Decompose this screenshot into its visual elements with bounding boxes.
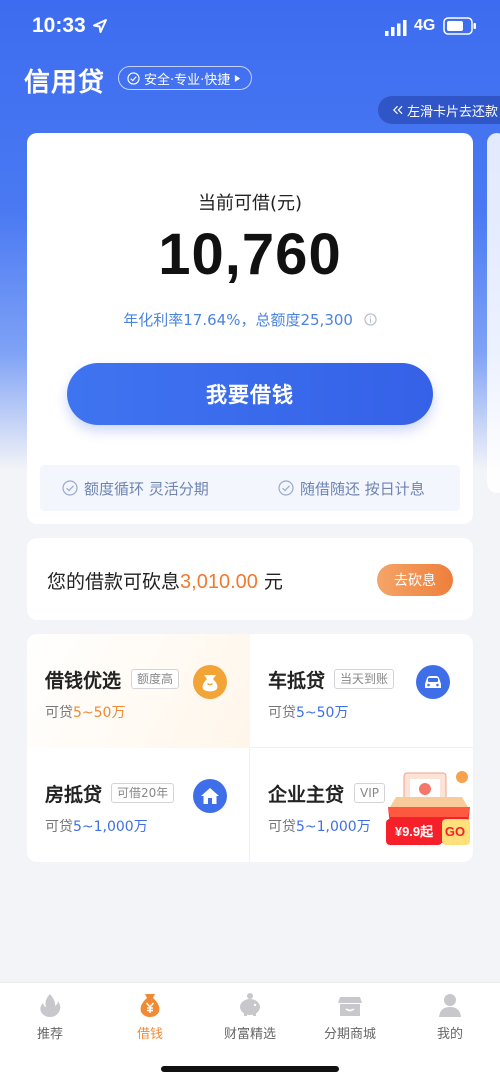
loan-card[interactable]: 当前可借(元) 10,760 年化利率17.64%，总额度25,300 我要借钱… xyxy=(27,133,473,524)
car-icon xyxy=(416,665,450,699)
swipe-hint-label: 左滑卡片去还款 xyxy=(407,104,499,120)
swipe-hint[interactable]: 左滑卡片去还款 xyxy=(378,96,500,124)
status-time: 10:33 xyxy=(32,14,86,37)
page-title: 信用贷 xyxy=(24,68,106,98)
nav-item-recommend[interactable]: 推荐 xyxy=(0,991,100,1042)
nav-label: 财富精选 xyxy=(223,1027,276,1042)
bargain-text: 您的借款可砍息3,010.00 元 xyxy=(47,567,283,594)
bargain-prefix: 您的借款可砍息 xyxy=(47,571,181,593)
status-bar: 10:33 4G xyxy=(0,0,500,56)
product-amount: 5~50万 xyxy=(73,705,126,721)
check-circle-icon xyxy=(127,71,140,85)
network-label: 4G xyxy=(414,17,436,34)
features-strip: 额度循环 灵活分期 随借随还 按日计息 xyxy=(40,465,460,511)
nav-item-borrow[interactable]: 借钱 xyxy=(100,991,200,1042)
feature-item: 额度循环 灵活分期 xyxy=(62,478,209,499)
nav-label: 分期商城 xyxy=(323,1027,376,1042)
location-arrow-icon xyxy=(93,19,107,33)
product-name: 企业主贷 xyxy=(268,784,345,806)
double-chevron-left-icon xyxy=(392,105,403,115)
feature-label: 额度循环 灵活分期 xyxy=(84,479,209,498)
product-sub: 可贷5~50万 xyxy=(45,702,125,722)
product-tile-house-loan[interactable]: 房抵贷 可借20年 可贷5~1,000万 xyxy=(27,748,250,862)
product-tag: VIP xyxy=(354,783,385,803)
interest-bargain-card[interactable]: 您的借款可砍息3,010.00 元 去砍息 xyxy=(27,538,473,620)
battery-icon xyxy=(443,17,476,35)
nav-label: 借钱 xyxy=(136,1027,163,1042)
product-tile-car-loan[interactable]: 车抵贷 当天到账 可贷5~50万 xyxy=(250,634,473,748)
borrow-button[interactable]: 我要借钱 xyxy=(67,363,433,425)
product-tag: 额度高 xyxy=(131,669,180,689)
product-name: 车抵贷 xyxy=(268,670,326,692)
product-sub-prefix: 可贷 xyxy=(45,705,73,721)
product-name: 房抵贷 xyxy=(45,784,103,806)
rate-row[interactable]: 年化利率17.64%，总额度25,300 xyxy=(27,309,473,330)
product-sub-prefix: 可贷 xyxy=(45,819,73,835)
money-bag-icon xyxy=(193,665,227,699)
product-sub-prefix: 可贷 xyxy=(268,819,296,835)
shop-icon xyxy=(338,997,362,1016)
product-name: 借钱优选 xyxy=(45,670,122,692)
nav-item-mine[interactable]: 我的 xyxy=(400,991,500,1042)
product-sub-prefix: 可贷 xyxy=(268,705,296,721)
check-circle-icon xyxy=(62,480,78,496)
info-icon[interactable] xyxy=(364,313,377,326)
promo-price: ¥9.9起 xyxy=(394,824,434,839)
product-tile-jieqian-youxuan[interactable]: 借钱优选 额度高 可贷5~50万 xyxy=(27,634,250,748)
yen-bag-icon xyxy=(140,994,160,1017)
product-sub: 可贷5~1,000万 xyxy=(268,816,371,836)
triangle-right-icon xyxy=(235,74,241,82)
available-amount: 10,760 xyxy=(158,222,342,287)
bargain-amount: 3,010.00 xyxy=(180,571,258,593)
rate-text: 年化利率17.64%，总额度25,300 xyxy=(123,311,353,329)
product-tag: 可借20年 xyxy=(111,783,175,803)
house-icon xyxy=(193,779,227,813)
bargain-button[interactable]: 去砍息 xyxy=(377,564,453,596)
product-amount: 5~1,000万 xyxy=(73,819,148,835)
bargain-suffix: 元 xyxy=(257,571,283,593)
available-label: 当前可借(元) xyxy=(197,193,303,214)
nav-label: 我的 xyxy=(436,1027,463,1042)
check-circle-icon xyxy=(278,480,294,496)
next-card-peek[interactable] xyxy=(487,133,500,493)
product-amount: 5~1,000万 xyxy=(296,819,371,835)
flame-icon xyxy=(40,994,61,1017)
product-tag: 当天到账 xyxy=(334,669,395,689)
promo-go[interactable]: GO xyxy=(440,819,470,845)
nav-item-mall[interactable]: 分期商城 xyxy=(300,991,400,1042)
person-icon xyxy=(439,994,461,1017)
signal-icon xyxy=(385,20,407,36)
nav-item-wealth[interactable]: 财富精选 xyxy=(200,991,300,1042)
product-amount: 5~50万 xyxy=(296,705,349,721)
home-indicator xyxy=(161,1066,339,1072)
trust-badge[interactable]: 安全·专业·快捷 xyxy=(118,66,253,90)
feature-label: 随借随还 按日计息 xyxy=(300,479,425,498)
product-sub: 可贷5~50万 xyxy=(268,702,348,722)
feature-item: 随借随还 按日计息 xyxy=(278,478,425,499)
piggy-bank-icon xyxy=(240,993,260,1016)
trust-badge-label: 安全·专业·快捷 xyxy=(144,72,231,88)
nav-label: 推荐 xyxy=(36,1027,63,1042)
product-sub: 可贷5~1,000万 xyxy=(45,816,148,836)
